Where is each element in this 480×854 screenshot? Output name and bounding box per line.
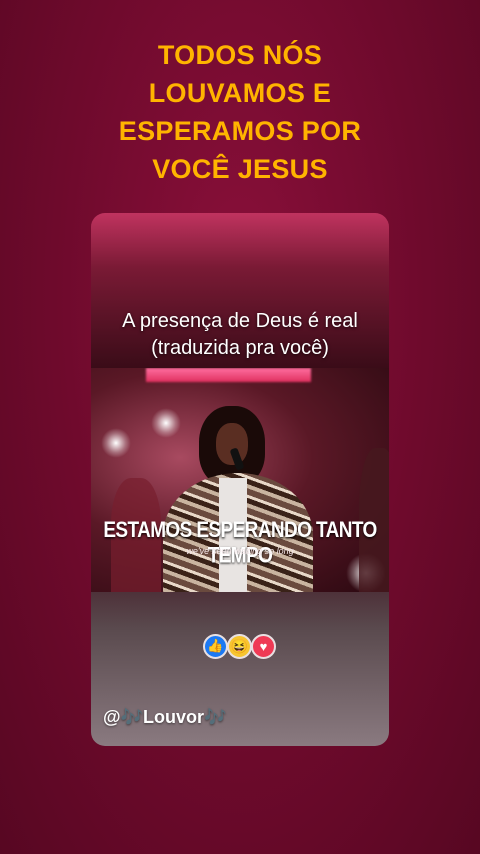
caption-line-2: (traduzida pra você) (151, 337, 329, 359)
channel-handle[interactable]: @🎶Louvor🎶 (103, 707, 226, 728)
headline-line-4: VOCÊ JESUS (152, 154, 328, 184)
love-icon[interactable]: ♥ (251, 633, 276, 659)
headline-line-2: LOUVAMOS E (148, 78, 332, 108)
music-note-icon: 🎶 (120, 707, 143, 727)
reaction-icons[interactable]: 👍 😆 ♥ (203, 633, 276, 659)
video-frame[interactable]: ESTAMOS ESPERANDO TANTO TEMPO we've been… (91, 368, 389, 592)
light-glow (151, 408, 181, 438)
headline-line-3: ESPERAMOS POR (118, 116, 362, 146)
headline: TODOS NÓS LOUVAMOS E ESPERAMOS POR VOCÊ … (0, 36, 480, 188)
like-icon[interactable]: 👍 (203, 633, 228, 659)
haha-icon[interactable]: 😆 (227, 633, 252, 659)
caption-line-1: A presença de Deus é real (122, 310, 358, 332)
handle-prefix: @ (103, 707, 121, 727)
handle-name: Louvor (142, 707, 204, 727)
subtitle-portuguese: ESTAMOS ESPERANDO TANTO TEMPO (103, 518, 377, 569)
video-caption: A presença de Deus é real (traduzida pra… (91, 308, 389, 362)
headline-line-1: TODOS NÓS (157, 40, 323, 70)
subtitle-english: we've been waiting so long (186, 546, 294, 556)
stage-light (146, 368, 311, 382)
light-glow (101, 428, 131, 458)
music-note-icon: 🎶 (203, 707, 227, 727)
video-card[interactable]: A presença de Deus é real (traduzida pra… (91, 213, 389, 746)
